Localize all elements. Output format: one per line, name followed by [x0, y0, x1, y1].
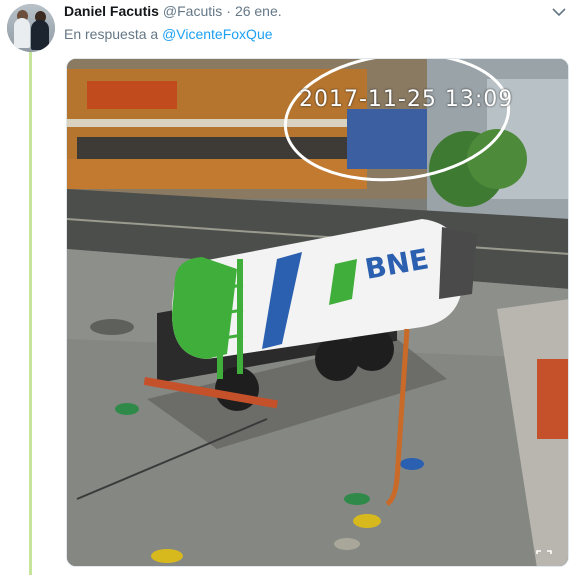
- chevron-down-icon[interactable]: [551, 6, 567, 18]
- separator-dot: ·: [226, 3, 231, 19]
- reply-context: En respuesta a @VicenteFoxQue: [64, 26, 273, 42]
- thread-line: [29, 52, 32, 575]
- video-timestamp-overlay: 2017-11-25 13:09: [299, 87, 514, 112]
- tweet-media-image[interactable]: BNE 2017-11-25 13:09: [66, 58, 569, 567]
- avatar[interactable]: [7, 4, 55, 52]
- display-name[interactable]: Daniel Facutis: [64, 3, 159, 19]
- reply-prefix: En respuesta a: [64, 26, 159, 42]
- reply-handle-link[interactable]: @VicenteFoxQue: [162, 26, 272, 42]
- user-handle[interactable]: @Facutis: [163, 3, 222, 19]
- tweet-header: Daniel Facutis @Facutis · 26 ene.: [64, 3, 282, 21]
- tweet-timestamp[interactable]: 26 ene.: [235, 3, 282, 19]
- cctv-scene: BNE: [67, 59, 568, 566]
- expand-icon[interactable]: [536, 550, 552, 562]
